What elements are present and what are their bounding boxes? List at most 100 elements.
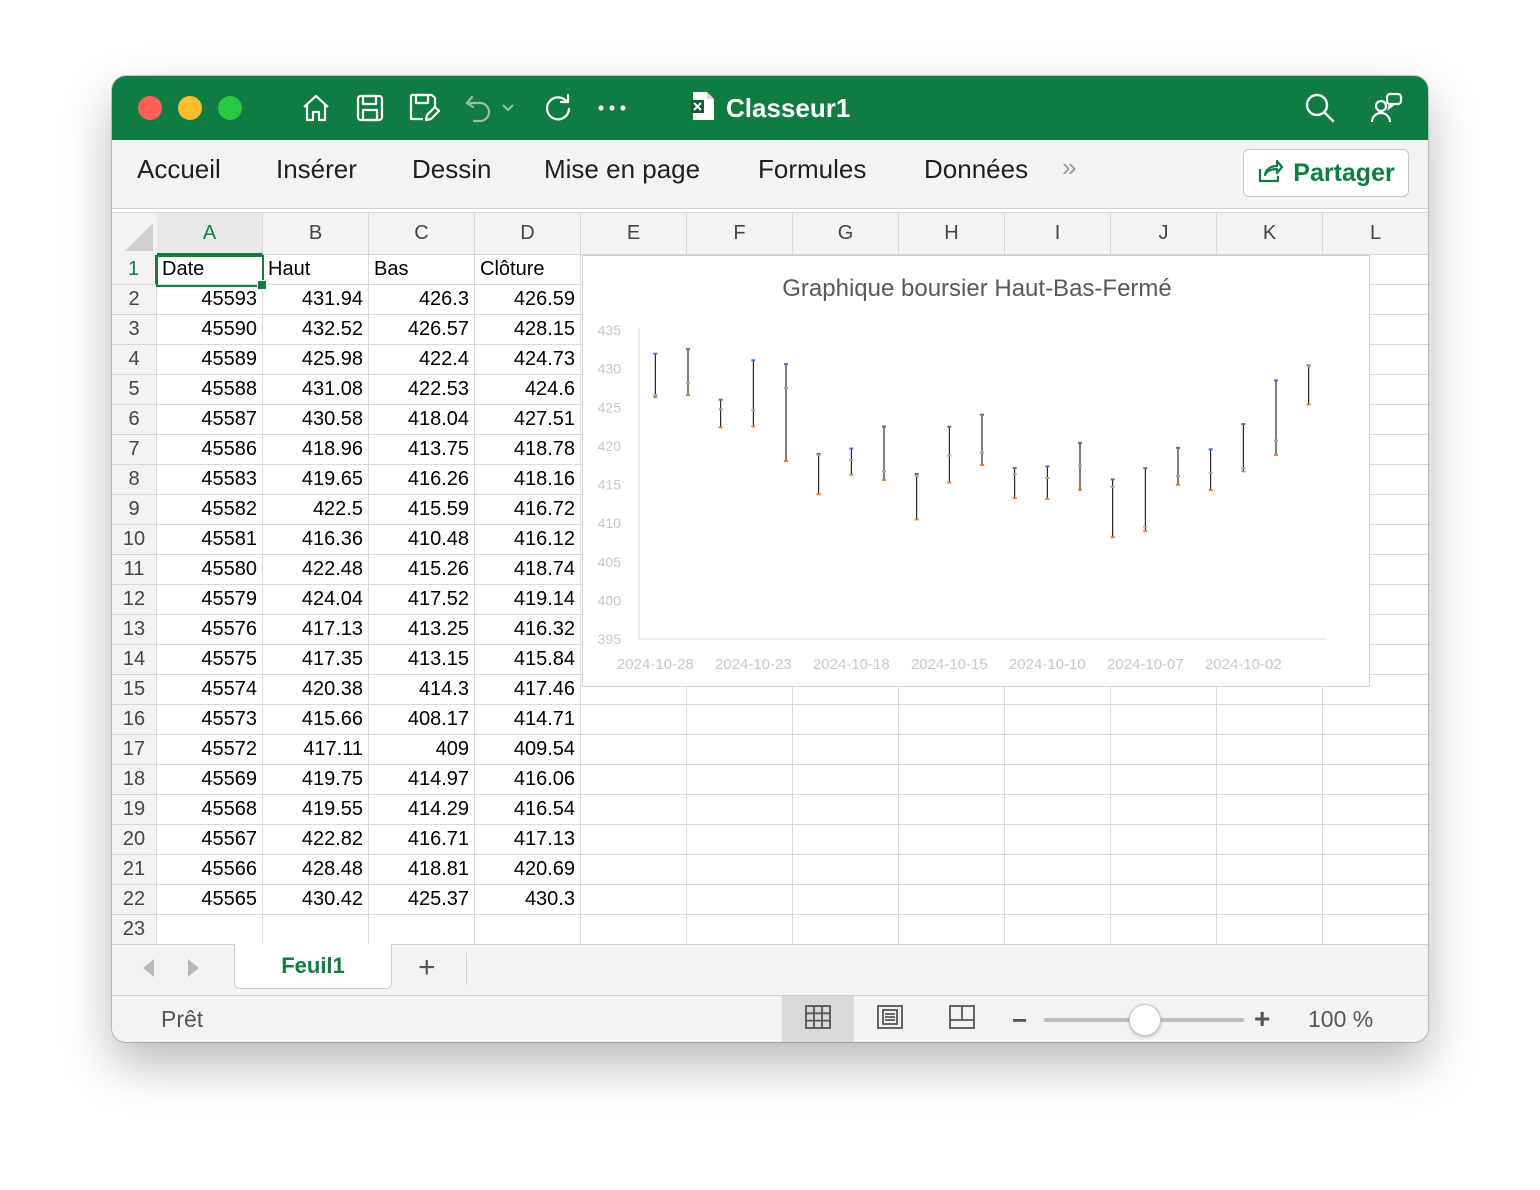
column-header[interactable]: D [475, 213, 581, 255]
cell[interactable]: 45579 [157, 585, 263, 615]
cell[interactable] [157, 915, 263, 945]
row-header[interactable]: 4 [112, 345, 157, 375]
row-header[interactable]: 21 [112, 855, 157, 885]
row-header[interactable]: 2 [112, 285, 157, 315]
cell[interactable] [1111, 825, 1217, 855]
cell[interactable] [581, 885, 687, 915]
cell[interactable]: 418.96 [263, 435, 369, 465]
cell[interactable]: 45593 [157, 285, 263, 315]
sheet-tab-feuil1[interactable]: Feuil1 [234, 944, 392, 989]
cell[interactable]: 418.78 [475, 435, 581, 465]
row-header[interactable]: 12 [112, 585, 157, 615]
cell[interactable]: 432.52 [263, 315, 369, 345]
cell[interactable] [1005, 795, 1111, 825]
column-header[interactable]: J [1111, 213, 1217, 255]
zoom-in-icon[interactable]: + [1254, 1003, 1270, 1035]
cell[interactable]: 431.94 [263, 285, 369, 315]
column-header[interactable]: L [1323, 213, 1428, 255]
tab-donnees[interactable]: Données [924, 154, 1028, 185]
cell[interactable]: 416.26 [369, 465, 475, 495]
cell[interactable]: 414.29 [369, 795, 475, 825]
cell[interactable] [1323, 825, 1428, 855]
cell[interactable] [899, 915, 1005, 945]
cell[interactable]: 45581 [157, 525, 263, 555]
cell[interactable]: 45583 [157, 465, 263, 495]
cell[interactable]: 426.3 [369, 285, 475, 315]
minimize-button[interactable] [178, 96, 202, 120]
cell[interactable] [1323, 915, 1428, 945]
cell[interactable]: 424.6 [475, 375, 581, 405]
cell[interactable] [1005, 765, 1111, 795]
cell[interactable]: 416.71 [369, 825, 475, 855]
cell[interactable] [581, 705, 687, 735]
tab-dessin[interactable]: Dessin [412, 154, 491, 185]
cell[interactable]: 45574 [157, 675, 263, 705]
row-header[interactable]: 9 [112, 495, 157, 525]
cell[interactable] [1217, 855, 1323, 885]
cell[interactable] [1005, 735, 1111, 765]
cell[interactable]: 413.25 [369, 615, 475, 645]
select-all-corner[interactable] [112, 213, 158, 256]
cell[interactable]: 418.81 [369, 855, 475, 885]
zoom-level[interactable]: 100 % [1308, 1006, 1373, 1033]
cell[interactable]: Clôture [475, 255, 581, 285]
cell[interactable]: 409 [369, 735, 475, 765]
cell[interactable] [793, 915, 899, 945]
cell[interactable]: 45565 [157, 885, 263, 915]
cell[interactable] [793, 855, 899, 885]
tab-mise-en-page[interactable]: Mise en page [544, 154, 700, 185]
cell[interactable]: 415.59 [369, 495, 475, 525]
cell[interactable]: 416.12 [475, 525, 581, 555]
cell[interactable]: Bas [369, 255, 475, 285]
cell[interactable]: 45587 [157, 405, 263, 435]
cell[interactable]: 418.04 [369, 405, 475, 435]
row-header[interactable]: 22 [112, 885, 157, 915]
cell[interactable]: 45586 [157, 435, 263, 465]
zoom-out-icon[interactable]: − [1012, 1005, 1027, 1036]
cell[interactable] [1323, 765, 1428, 795]
cell[interactable] [899, 735, 1005, 765]
cell[interactable] [1217, 705, 1323, 735]
cell[interactable]: 420.69 [475, 855, 581, 885]
cell[interactable]: 417.52 [369, 585, 475, 615]
cell[interactable] [793, 825, 899, 855]
fill-handle[interactable] [257, 280, 267, 290]
cell[interactable]: 416.54 [475, 795, 581, 825]
add-sheet-button[interactable]: + [418, 951, 436, 985]
search-icon[interactable] [1302, 90, 1338, 126]
cell[interactable]: 428.48 [263, 855, 369, 885]
cell[interactable] [581, 735, 687, 765]
row-header[interactable]: 23 [112, 915, 157, 945]
cell[interactable]: 414.97 [369, 765, 475, 795]
cell[interactable]: 417.13 [263, 615, 369, 645]
cell[interactable] [1217, 735, 1323, 765]
cell[interactable]: 45589 [157, 345, 263, 375]
cell[interactable]: 45590 [157, 315, 263, 345]
row-header[interactable]: 6 [112, 405, 157, 435]
cell[interactable]: 417.35 [263, 645, 369, 675]
cell[interactable] [1111, 915, 1217, 945]
cell[interactable]: 422.48 [263, 555, 369, 585]
cell[interactable] [1217, 765, 1323, 795]
ribbon-overflow-icon[interactable]: » [1062, 152, 1076, 183]
cell[interactable] [1005, 825, 1111, 855]
column-header[interactable]: C [369, 213, 475, 255]
cell[interactable] [687, 855, 793, 885]
share-button[interactable]: Partager [1243, 149, 1409, 197]
cell[interactable] [581, 855, 687, 885]
cell[interactable] [687, 735, 793, 765]
cell[interactable]: 417.46 [475, 675, 581, 705]
cell[interactable]: 45566 [157, 855, 263, 885]
cell[interactable] [687, 825, 793, 855]
cell[interactable] [1111, 855, 1217, 885]
cell[interactable] [687, 885, 793, 915]
cell[interactable]: 413.15 [369, 645, 475, 675]
cell[interactable] [1217, 885, 1323, 915]
cell[interactable] [581, 915, 687, 945]
cell[interactable]: 419.55 [263, 795, 369, 825]
cell[interactable] [899, 765, 1005, 795]
cell[interactable] [687, 705, 793, 735]
cell[interactable]: 45582 [157, 495, 263, 525]
cell[interactable]: 426.57 [369, 315, 475, 345]
spreadsheet-grid[interactable]: A B C D E F G H I J K L 1 Date Haut Bas Clôture 2 45593 431… [112, 212, 1428, 945]
